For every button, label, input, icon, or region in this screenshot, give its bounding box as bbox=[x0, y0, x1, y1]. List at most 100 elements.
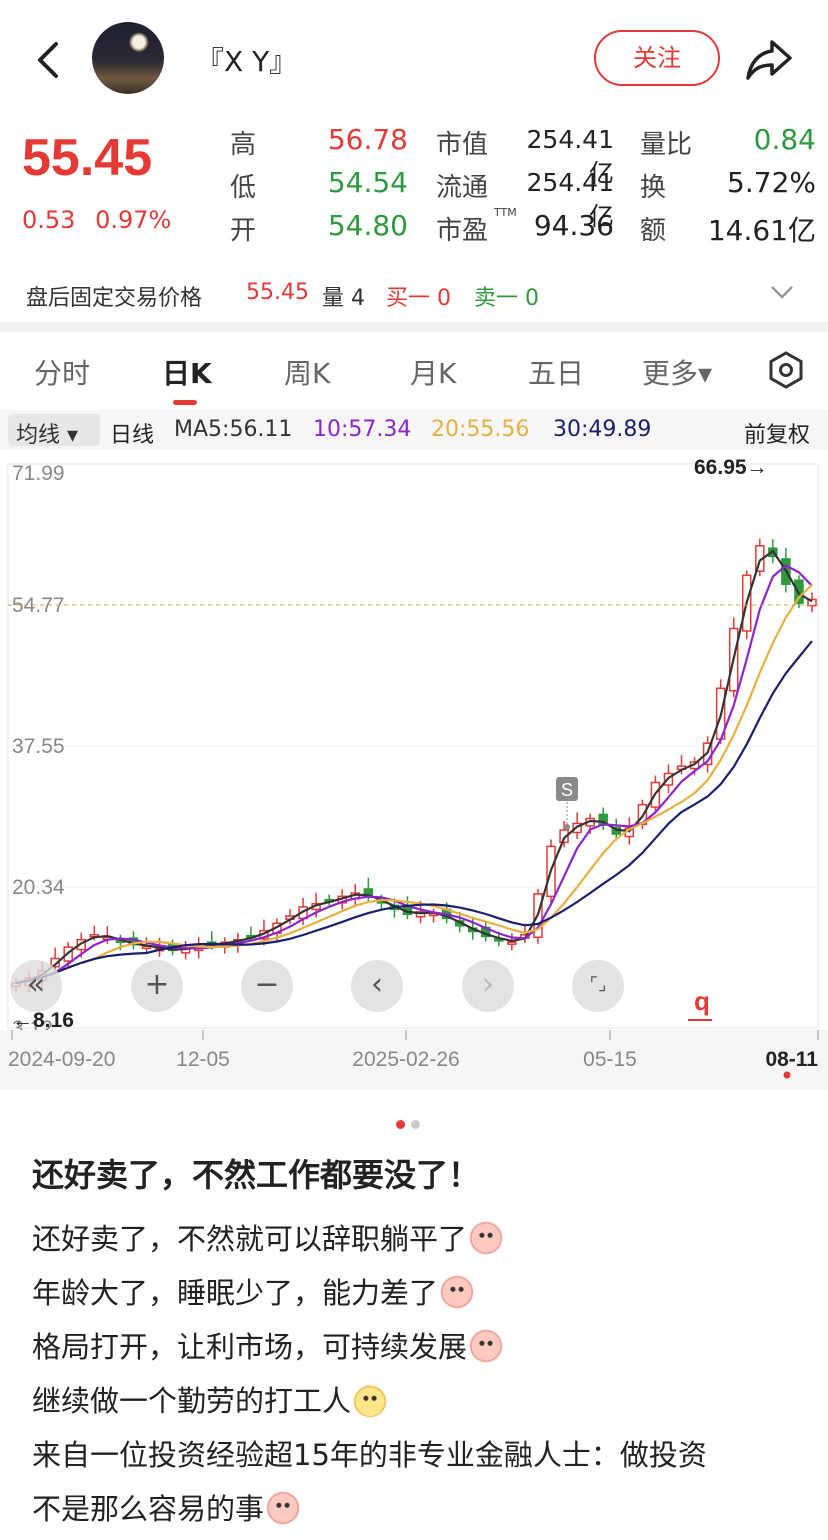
high-value: 56.78 bbox=[327, 123, 408, 156]
quote-row: 开 54.80 市盈 TTM 94.36 额 14.61亿 bbox=[230, 206, 826, 249]
today-dot bbox=[783, 1071, 791, 1079]
zoom-in-button[interactable]: + bbox=[131, 960, 183, 1012]
ma-selector-label[interactable]: 均线 ▾ bbox=[16, 417, 78, 449]
period-tabs: 分时 日K 周K 月K 五日 更多▾ bbox=[0, 332, 828, 408]
x-tick-label: 2025-02-26 bbox=[352, 1048, 459, 1071]
candle-body bbox=[507, 941, 517, 945]
chevron-down-icon[interactable] bbox=[770, 284, 794, 300]
low-marker: ←8.16 bbox=[12, 1009, 74, 1032]
dot-inactive[interactable] bbox=[411, 1120, 420, 1129]
post-line: 不是那么容易的事 bbox=[32, 1482, 812, 1536]
post-line-text: 来自一位投资经验超15年的非专业金融人士：做投资 bbox=[32, 1438, 707, 1472]
post-line-text: 继续做一个勤劳的打工人 bbox=[32, 1384, 352, 1418]
x-tick-label: 2024-09-20 bbox=[8, 1048, 115, 1071]
tab-more[interactable]: 更多▾ bbox=[642, 352, 712, 392]
change-percent: 0.97% bbox=[95, 206, 172, 234]
post-line: 还好卖了，不然就可以辞职躺平了 bbox=[32, 1212, 812, 1266]
pe-value: 94.36 bbox=[533, 209, 614, 242]
carousel-dots bbox=[396, 1114, 426, 1133]
back-arrow-icon[interactable] bbox=[30, 38, 70, 82]
after-hours-bar[interactable]: 盘后固定交易价格 55.45 量 4 买一 0 卖一 0 bbox=[0, 264, 828, 322]
ma10-value: 10:57.34 bbox=[313, 417, 412, 442]
scroll-right-button[interactable]: › bbox=[462, 960, 514, 1012]
share-icon[interactable] bbox=[744, 36, 794, 82]
post-line: 格局打开，让利市场，可持续发展 bbox=[32, 1320, 812, 1374]
post-body: 还好卖了，不然就可以辞职躺平了 年龄大了，睡眠少了，能力差了 格局打开，让利市场… bbox=[32, 1212, 812, 1536]
post-line-text: 格局打开，让利市场，可持续发展 bbox=[32, 1330, 468, 1364]
after-hours-sell1: 卖一 0 bbox=[474, 286, 539, 311]
ttm-label: TTM bbox=[494, 206, 517, 219]
after-hours-buy1: 买一 0 bbox=[386, 286, 451, 311]
change-value: 0.53 bbox=[22, 206, 76, 234]
sweating-face-icon bbox=[469, 1221, 504, 1255]
high-label: 高 bbox=[230, 130, 257, 160]
low-label: 低 bbox=[230, 173, 257, 203]
scroll-left-button[interactable]: ‹ bbox=[351, 960, 403, 1012]
y-tick-label: 54.77 bbox=[12, 594, 65, 617]
post-line: 年龄大了，睡眠少了，能力差了 bbox=[32, 1266, 812, 1320]
price-change: 0.53 0.97% bbox=[22, 206, 183, 234]
adjust-mode[interactable]: 前复权 bbox=[744, 417, 810, 449]
tab-daily-k[interactable]: 日K bbox=[162, 352, 212, 392]
signal-label: S bbox=[561, 780, 573, 800]
x-tick-label: 12-05 bbox=[176, 1048, 230, 1071]
fullscreen-button[interactable]: ⌜⌟ bbox=[572, 960, 624, 1012]
x-tick-label: 08-11 bbox=[765, 1048, 818, 1071]
ma30-value: 30:49.89 bbox=[553, 417, 652, 442]
post-line-text: 还好卖了，不然就可以辞职躺平了 bbox=[32, 1222, 468, 1256]
signal-dot bbox=[564, 824, 570, 830]
after-hours-price: 55.45 bbox=[246, 280, 309, 305]
y-tick-label: 37.55 bbox=[12, 735, 65, 758]
x-tick-label: 05-15 bbox=[583, 1048, 637, 1071]
amount-value: 14.61亿 bbox=[707, 214, 816, 247]
section-divider bbox=[0, 322, 828, 332]
open-value: 54.80 bbox=[327, 209, 408, 242]
dot-active[interactable] bbox=[396, 1120, 405, 1129]
kline-chart[interactable]: 71.99 54.77 37.55 20.34 3.12 66.95→ ←8.16 Sq 202… bbox=[0, 450, 828, 1090]
y-tick-label: 71.99 bbox=[12, 462, 65, 485]
quote-row: 高 56.78 市值 254.41亿 量比 0.84 bbox=[230, 120, 826, 188]
tab-monthly-k[interactable]: 月K bbox=[410, 352, 456, 392]
volume-ratio-label: 量比 bbox=[640, 130, 693, 160]
zoom-out-button[interactable]: − bbox=[241, 960, 293, 1012]
right-marker: q bbox=[694, 986, 710, 1016]
market-cap-label: 市值 bbox=[436, 130, 489, 160]
moving-average-bar: 均线 ▾ 日线 MA5:56.11 10:57.34 20:55.56 30:4… bbox=[0, 410, 828, 450]
avatar[interactable] bbox=[92, 22, 164, 94]
post-line-text: 年龄大了，睡眠少了，能力差了 bbox=[32, 1276, 439, 1310]
collapse-button[interactable]: « bbox=[10, 960, 62, 1012]
kline-svg[interactable]: 71.9954.7737.5520.343.1266.95→←8.16Sq202… bbox=[0, 450, 828, 1090]
post-line-text: 不是那么容易的事 bbox=[32, 1492, 265, 1526]
facepalm-icon bbox=[469, 1329, 504, 1363]
worried-face-icon bbox=[266, 1491, 301, 1525]
settings-hexagon-icon[interactable] bbox=[766, 350, 806, 390]
float-cap-label: 流通 bbox=[436, 173, 489, 203]
y-tick-label: 20.34 bbox=[12, 876, 65, 899]
quote-row: 低 54.54 流通 254.41亿 换 5.72% bbox=[230, 163, 826, 231]
turnover-value: 5.72% bbox=[727, 166, 816, 199]
follow-button[interactable]: 关注 bbox=[594, 30, 720, 86]
open-label: 开 bbox=[230, 216, 257, 246]
after-hours-label: 盘后固定交易价格 bbox=[26, 286, 203, 311]
ma10-line bbox=[15, 564, 813, 985]
quote-grid: 高 56.78 市值 254.41亿 量比 0.84 低 54.54 流通 25… bbox=[230, 120, 826, 249]
tab-weekly-k[interactable]: 周K bbox=[284, 352, 330, 392]
post-line: 来自一位投资经验超15年的非专业金融人士：做投资 bbox=[32, 1428, 812, 1482]
tab-intraday[interactable]: 分时 bbox=[34, 352, 90, 392]
smiling-face-icon bbox=[353, 1383, 388, 1417]
username[interactable]: 『X Y』 bbox=[196, 40, 297, 80]
post-title: 还好卖了，不然工作都要没了！ bbox=[32, 1156, 481, 1194]
pe-label: 市盈 bbox=[436, 216, 489, 246]
turnover-label: 换 bbox=[640, 173, 667, 203]
after-hours-volume: 量 4 bbox=[322, 286, 365, 311]
current-price: 55.45 bbox=[22, 129, 153, 187]
crying-face-icon bbox=[440, 1275, 475, 1309]
tab-five-day[interactable]: 五日 bbox=[528, 352, 584, 392]
amount-label: 额 bbox=[640, 216, 667, 246]
ma20-line bbox=[15, 583, 813, 985]
ma-period: 日线 bbox=[110, 423, 155, 448]
top-bar: 『X Y』 关注 bbox=[0, 0, 828, 120]
high-marker: 66.95→ bbox=[694, 456, 768, 479]
ma5-value: MA5:56.11 bbox=[174, 417, 293, 442]
low-value: 54.54 bbox=[327, 166, 408, 199]
